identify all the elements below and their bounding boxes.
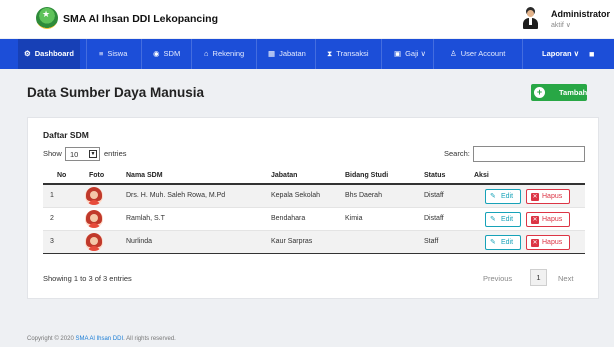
cell-no: 2 (50, 215, 54, 222)
page-title: Data Sumber Daya Manusia (27, 85, 205, 100)
top-header: ★ SMA Al Ihsan DDI Lekopancing Administr… (0, 0, 614, 38)
entries-label: entries (104, 149, 127, 158)
school-logo: ★ (36, 7, 58, 29)
delete-icon: ✕ (531, 216, 539, 224)
delete-icon: ✕ (531, 193, 539, 201)
salary-icon: ▣ (394, 49, 402, 58)
edit-icon: ✎ (490, 216, 496, 223)
cell-bidang: Bhs Daerah (345, 192, 382, 199)
column-header-status[interactable]: Status (424, 172, 445, 179)
staff-icon: ◉ (153, 49, 160, 58)
edit-button[interactable]: ✎ Edit (485, 189, 521, 204)
show-label: Show (43, 149, 62, 158)
cell-jabatan: Kepala Sekolah (271, 192, 321, 199)
nav-siswa[interactable]: ≡ Siswa (99, 39, 127, 69)
edit-button[interactable]: ✎ Edit (485, 212, 521, 227)
avatar (85, 210, 103, 228)
entries-select[interactable]: 10 ▼ (65, 147, 100, 161)
column-header-jabatan[interactable]: Jabatan (271, 172, 297, 179)
dashboard-icon: ⚙ (24, 49, 31, 58)
add-button-label: Tambah (559, 88, 588, 97)
edit-icon: ✎ (490, 193, 496, 200)
main-navbar: ⚙ Dashboard ≡ Siswa ◉ SDM ⌂ Rekening ▦ Jabata… (0, 39, 614, 69)
avatar (85, 233, 103, 251)
copyright-link[interactable]: SMA Al Ihsan DDI (75, 336, 123, 342)
entries-select-value: 10 (70, 150, 79, 159)
page-number-button[interactable]: 1 (530, 269, 547, 286)
position-icon: ▦ (268, 49, 276, 58)
nav-laporan[interactable]: Laporan ∨ (542, 39, 579, 69)
column-header-no[interactable]: No (57, 172, 66, 179)
table-row: 1 Drs. H. Muh. Saleh Rowa, M.Pd Kepala S… (43, 185, 585, 208)
card-title: Daftar SDM (43, 130, 89, 140)
nav-dashboard[interactable]: ⚙ Dashboard (18, 39, 80, 69)
cell-no: 3 (50, 238, 54, 245)
nav-sdm[interactable]: ◉ SDM (153, 39, 180, 69)
previous-page-button[interactable]: Previous (483, 274, 512, 283)
search-label: Search: (444, 149, 470, 158)
table-row: 2 Ramlah, S.T Bendahara Kimia Distaff ✎ E… (43, 208, 585, 231)
cell-nama: Nurlinda (126, 238, 153, 245)
bank-icon: ⌂ (204, 49, 209, 58)
cell-nama: Ramlah, S.T (126, 215, 165, 222)
students-icon: ≡ (99, 49, 104, 58)
cell-jabatan: Bendahara (271, 215, 306, 222)
column-header-nama[interactable]: Nama SDM (126, 172, 163, 179)
next-page-button[interactable]: Next (558, 274, 573, 283)
column-header-foto[interactable]: Foto (89, 172, 104, 179)
edit-icon: ✎ (490, 239, 496, 246)
nav-rekening[interactable]: ⌂ Rekening (204, 39, 244, 69)
avatar (85, 187, 103, 205)
nav-transaksi[interactable]: ⧗ Transaksi (327, 39, 369, 69)
chevron-down-icon: ▼ (89, 150, 97, 158)
cell-status: Distaff (424, 215, 444, 222)
nav-gaji[interactable]: ▣ Gaji ∨ (394, 39, 426, 69)
user-status[interactable]: aktif ∨ (551, 21, 571, 29)
column-header-bidang[interactable]: Bidang Studi (345, 172, 388, 179)
app-title: SMA Al Ihsan DDI Lekopancing (63, 13, 218, 25)
transaction-icon: ⧗ (327, 49, 333, 58)
table-row: 3 Nurlinda Kaur Sarpras Staff ✎ Edit ✕ Hap… (43, 231, 585, 254)
add-button[interactable]: + Tambah (531, 84, 587, 101)
nav-jabatan[interactable]: ▦ Jabatan (268, 39, 306, 69)
column-header-aksi[interactable]: Aksi (474, 172, 489, 179)
cell-status: Distaff (424, 192, 444, 199)
sdm-card: Daftar SDM Show 10 ▼ entries Search: No … (27, 117, 599, 299)
copyright: Copyright © 2020 SMA Al Ihsan DDI. All r… (27, 336, 176, 342)
cell-bidang: Kimia (345, 215, 363, 222)
delete-button[interactable]: ✕ Hapus (526, 189, 570, 204)
user-account-icon: ♙ (450, 49, 457, 58)
delete-icon: ✕ (531, 239, 539, 247)
delete-button[interactable]: ✕ Hapus (526, 235, 570, 250)
cell-nama: Drs. H. Muh. Saleh Rowa, M.Pd (126, 192, 226, 199)
user-name[interactable]: Administrator (551, 9, 610, 19)
cell-status: Staff (424, 238, 439, 245)
plus-icon: + (534, 87, 545, 98)
cell-no: 1 (50, 192, 54, 199)
edit-button[interactable]: ✎ Edit (485, 235, 521, 250)
user-avatar[interactable] (521, 6, 539, 30)
nav-user-account[interactable]: ♙ User Account (450, 39, 505, 69)
trash-icon[interactable]: ■ (589, 39, 594, 69)
delete-button[interactable]: ✕ Hapus (526, 212, 570, 227)
cell-jabatan: Kaur Sarpras (271, 238, 313, 245)
table-info: Showing 1 to 3 of 3 entries (43, 274, 132, 283)
search-input[interactable] (473, 146, 585, 162)
